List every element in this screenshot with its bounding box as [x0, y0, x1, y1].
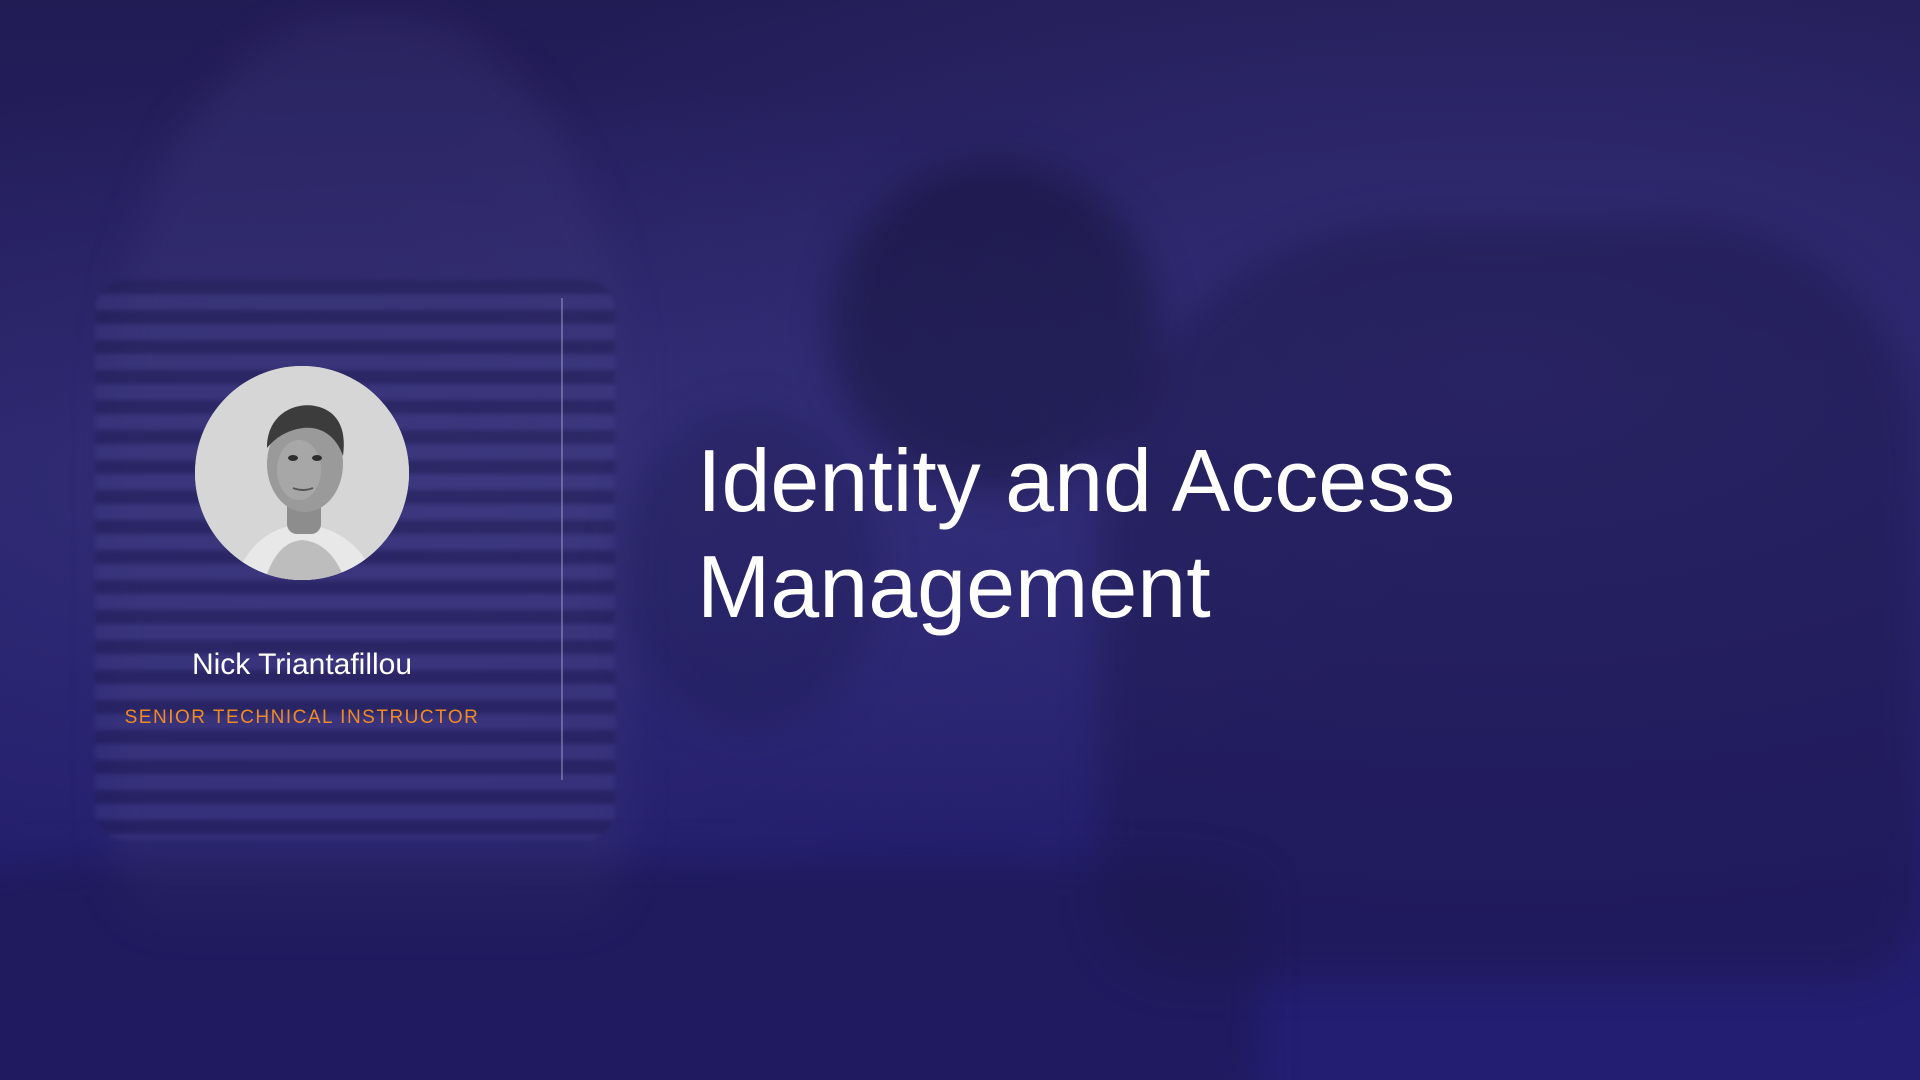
background-photo-table — [0, 860, 1260, 1080]
course-title: Identity and Access Management — [697, 428, 1797, 640]
vertical-divider — [561, 298, 563, 780]
title-slide: Nick Triantafillou SENIOR TECHNICAL INST… — [0, 0, 1920, 1080]
course-title-line-1: Identity and Access — [697, 431, 1456, 530]
presenter-portrait-image — [195, 366, 409, 580]
presenter-name: Nick Triantafillou — [191, 648, 413, 681]
presenter-role: SENIOR TECHNICAL INSTRUCTOR — [124, 707, 480, 728]
course-title-line-2: Management — [697, 537, 1211, 636]
presenter-avatar — [195, 366, 409, 580]
